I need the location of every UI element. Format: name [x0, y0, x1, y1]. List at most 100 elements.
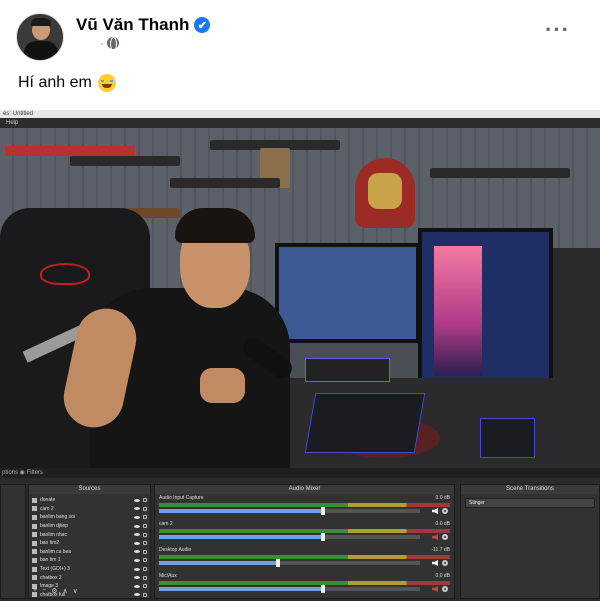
- gear-icon[interactable]: [442, 534, 448, 540]
- source-label: banlim djtiep: [40, 523, 69, 530]
- author-name[interactable]: Vũ Văn Thanh: [76, 15, 189, 35]
- dock-tabs[interactable]: ptions ◉ Filters: [0, 468, 600, 478]
- person-hair: [175, 208, 255, 243]
- fader-fill: [159, 587, 321, 591]
- volume-fader[interactable]: [159, 533, 420, 541]
- visibility-eye-icon[interactable]: [134, 515, 140, 519]
- lock-icon[interactable]: [143, 592, 147, 597]
- muted-speaker-icon[interactable]: [432, 586, 438, 592]
- source-settings-button[interactable]: ⚙: [51, 587, 57, 595]
- channel-name: cam 2: [159, 521, 173, 527]
- post-photo[interactable]: es: Untitled Help ptions ◉ Filters Sourc…: [0, 110, 600, 601]
- volume-fader[interactable]: [159, 585, 420, 593]
- lock-icon[interactable]: [143, 506, 147, 511]
- lock-icon[interactable]: [143, 584, 147, 589]
- source-type-icon: [32, 532, 37, 538]
- volume-fader[interactable]: [159, 507, 420, 515]
- gear-icon[interactable]: [442, 508, 448, 514]
- move-down-button[interactable]: ∨: [73, 587, 78, 595]
- source-item[interactable]: Text (GDI+) 3: [32, 565, 147, 574]
- post-meta: ·: [100, 36, 119, 51]
- source-item[interactable]: ban tim 1: [32, 556, 147, 565]
- avatar-hair: [31, 18, 51, 26]
- channel-name: Audio Input Capture: [159, 495, 204, 501]
- source-item[interactable]: banlim nhac: [32, 530, 147, 539]
- fader-knob[interactable]: [320, 533, 325, 541]
- visibility-eye-icon[interactable]: [134, 584, 140, 588]
- channel-header: Audio Input Capture 0.0 dB: [159, 495, 450, 501]
- visibility-eye-icon[interactable]: [134, 524, 140, 528]
- move-up-button[interactable]: ∧: [62, 587, 67, 595]
- globe-icon[interactable]: [107, 37, 119, 51]
- ironman-face: [368, 173, 402, 209]
- ironman-figure: [355, 158, 415, 228]
- source-type-icon: [32, 514, 37, 520]
- source-item[interactable]: banlim djtiep: [32, 522, 147, 531]
- wall-gun: [430, 168, 570, 178]
- source-item[interactable]: chatbox 2: [32, 573, 147, 582]
- wall-gun: [5, 146, 135, 156]
- visibility-eye-icon[interactable]: [134, 558, 140, 562]
- transitions-panel: Scene Transitions Stinger: [460, 484, 600, 599]
- keyboard: [304, 393, 426, 453]
- author-avatar[interactable]: [16, 13, 64, 61]
- visibility-eye-icon[interactable]: [134, 593, 140, 597]
- gear-icon[interactable]: [442, 586, 448, 592]
- visibility-eye-icon[interactable]: [134, 507, 140, 511]
- speaker-icon[interactable]: [432, 508, 438, 514]
- visibility-eye-icon[interactable]: [134, 567, 140, 571]
- lock-icon[interactable]: [143, 541, 147, 546]
- visibility-eye-icon[interactable]: [134, 533, 140, 537]
- fader-knob[interactable]: [320, 585, 325, 593]
- post-text: Hí anh em: [18, 74, 116, 92]
- source-item[interactable]: donate: [32, 496, 147, 505]
- lock-icon[interactable]: [143, 515, 147, 520]
- lock-icon[interactable]: [143, 575, 147, 580]
- source-type-icon: [32, 497, 37, 503]
- channel-name: Desktop Audio: [159, 547, 192, 553]
- lock-icon[interactable]: [143, 498, 147, 503]
- volume-meter: [159, 581, 450, 585]
- visibility-eye-icon[interactable]: [134, 498, 140, 502]
- audio-mixer-device: [305, 358, 390, 382]
- obs-dock: ptions ◉ Filters Sources donate cam 2 banl…: [0, 468, 600, 601]
- lock-icon[interactable]: [143, 532, 147, 537]
- visibility-eye-icon[interactable]: [134, 576, 140, 580]
- channel-db: 0.0 dB: [435, 573, 450, 579]
- transition-select[interactable]: Stinger: [465, 498, 595, 508]
- source-item[interactable]: cam 2: [32, 505, 147, 514]
- volume-meter: [159, 503, 450, 507]
- macro-pad: [480, 418, 535, 458]
- gear-icon[interactable]: [442, 560, 448, 566]
- source-item[interactable]: banlim bang soi: [32, 513, 147, 522]
- volume-fader[interactable]: [159, 559, 420, 567]
- muted-speaker-icon[interactable]: [432, 534, 438, 540]
- visibility-eye-icon[interactable]: [134, 541, 140, 545]
- wall-gun: [70, 156, 180, 166]
- fader-knob[interactable]: [320, 507, 325, 515]
- lock-icon[interactable]: [143, 558, 147, 563]
- source-item[interactable]: ban tim2: [32, 539, 147, 548]
- lock-icon[interactable]: [143, 567, 147, 572]
- remove-source-button[interactable]: −: [42, 587, 46, 595]
- verified-badge-icon: ✔: [194, 17, 211, 33]
- source-item[interactable]: banlim ca bea: [32, 548, 147, 557]
- source-label: ban tim 1: [40, 557, 61, 564]
- visibility-eye-icon[interactable]: [134, 550, 140, 554]
- lock-icon[interactable]: [143, 549, 147, 554]
- fader-fill: [159, 561, 277, 565]
- scenes-panel: [0, 484, 26, 599]
- source-label: chatbox 2: [40, 574, 62, 581]
- speaker-icon[interactable]: [432, 560, 438, 566]
- source-type-icon: [32, 523, 37, 529]
- fader-knob[interactable]: [276, 559, 281, 567]
- lock-icon[interactable]: [143, 524, 147, 529]
- rog-logo: [40, 263, 90, 285]
- source-type-icon: [32, 506, 37, 512]
- more-options-button[interactable]: ···: [545, 19, 570, 41]
- add-source-button[interactable]: +: [33, 587, 37, 595]
- mixer-channel: cam 2 0.0 dB: [155, 520, 454, 546]
- fader-fill: [159, 535, 321, 539]
- mixer-channel: Desktop Audio -11.7 dB: [155, 546, 454, 572]
- source-type-icon: [32, 549, 37, 555]
